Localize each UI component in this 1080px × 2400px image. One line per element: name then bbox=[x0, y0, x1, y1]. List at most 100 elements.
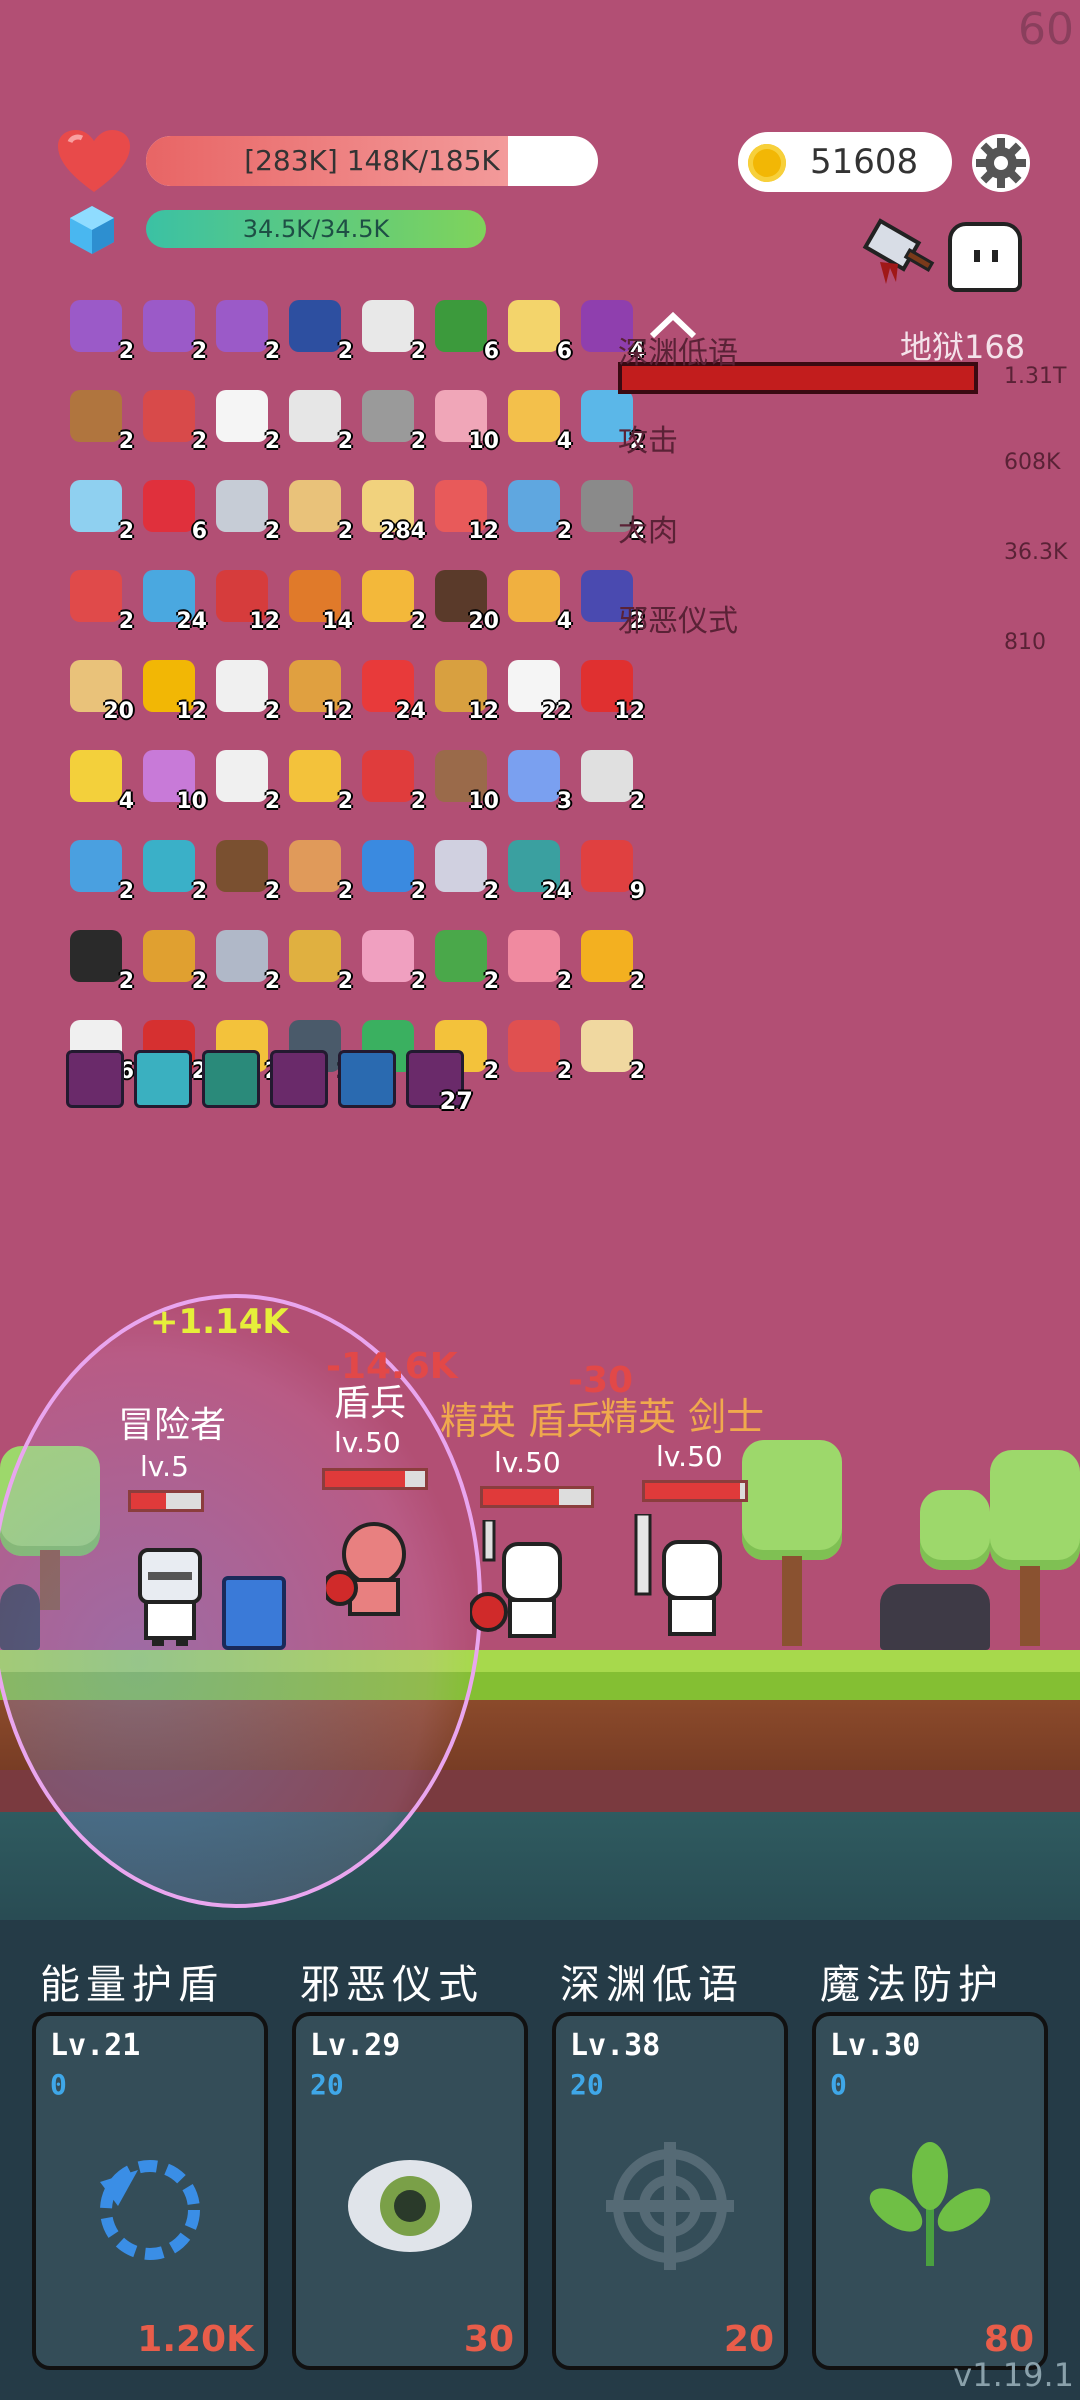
bunny-relic-icon[interactable]: 27 bbox=[406, 1050, 473, 1115]
skill-card[interactable]: Lv.29 20 30 bbox=[292, 2012, 528, 2370]
inventory-item[interactable]: 2 bbox=[358, 296, 426, 364]
inventory-item[interactable]: 2 bbox=[66, 386, 134, 454]
inventory-item[interactable]: 6 bbox=[139, 476, 207, 544]
spiral-icon bbox=[143, 840, 195, 892]
hero-knight[interactable] bbox=[130, 1544, 210, 1648]
inventory-item[interactable]: 22 bbox=[504, 656, 572, 724]
inventory-item[interactable]: 2 bbox=[285, 746, 353, 814]
inventory-item[interactable]: 2 bbox=[139, 386, 207, 454]
demon-relic-icon[interactable] bbox=[270, 1050, 328, 1108]
inventory-item[interactable]: 2 bbox=[431, 926, 499, 994]
inventory-item[interactable]: 4 bbox=[504, 566, 572, 634]
inventory-item[interactable]: 4 bbox=[504, 386, 572, 454]
inventory-item[interactable]: 24 bbox=[139, 566, 207, 634]
inventory-item[interactable]: 2 bbox=[285, 296, 353, 364]
inventory-item[interactable]: 2 bbox=[66, 476, 134, 544]
inventory-item[interactable]: 2 bbox=[504, 1016, 572, 1084]
inventory-item[interactable]: 2 bbox=[212, 746, 280, 814]
rock bbox=[880, 1584, 990, 1650]
inventory-item[interactable]: 2 bbox=[504, 926, 572, 994]
inventory-item[interactable]: 24 bbox=[358, 656, 426, 724]
bible-icon bbox=[289, 300, 341, 352]
hero-shield bbox=[222, 1576, 286, 1650]
skill-cost: 1.20K bbox=[137, 2319, 254, 2360]
inventory-item[interactable]: 2 bbox=[212, 836, 280, 904]
inventory-item[interactable]: 2 bbox=[66, 926, 134, 994]
inventory-item[interactable]: 2 bbox=[504, 476, 572, 544]
inventory-item[interactable]: 12 bbox=[577, 656, 645, 724]
inventory-item[interactable]: 2 bbox=[66, 566, 134, 634]
scroll-pink-icon bbox=[143, 300, 195, 352]
inventory-item[interactable]: 2 bbox=[139, 296, 207, 364]
inventory-item[interactable]: 12 bbox=[431, 656, 499, 724]
inventory-item[interactable]: 2 bbox=[358, 386, 426, 454]
inventory-item[interactable]: 2 bbox=[285, 386, 353, 454]
inventory-item[interactable]: 2 bbox=[577, 1016, 645, 1084]
inventory-item[interactable]: 2 bbox=[577, 926, 645, 994]
inventory-item[interactable]: 14 bbox=[285, 566, 353, 634]
inventory-item[interactable]: 2 bbox=[285, 836, 353, 904]
inventory-item[interactable]: 20 bbox=[431, 566, 499, 634]
inventory-item[interactable]: 2 bbox=[358, 566, 426, 634]
inventory-item[interactable]: 2 bbox=[139, 926, 207, 994]
inventory-item[interactable]: 9 bbox=[577, 836, 645, 904]
inventory-item[interactable]: 2 bbox=[212, 656, 280, 724]
inventory-item[interactable]: 24 bbox=[504, 836, 572, 904]
inventory-item[interactable]: 10 bbox=[431, 746, 499, 814]
cleaver-icon[interactable] bbox=[860, 212, 940, 292]
inventory-item[interactable]: 2 bbox=[139, 836, 207, 904]
inventory-item[interactable]: 2 bbox=[431, 836, 499, 904]
eye-icon bbox=[340, 2136, 480, 2276]
gear-icon[interactable] bbox=[970, 132, 1032, 194]
elite-shield-soldier[interactable] bbox=[470, 1520, 580, 1644]
inventory-item[interactable]: 10 bbox=[431, 386, 499, 454]
skill-cost: 20 bbox=[723, 2319, 774, 2360]
inventory-item[interactable]: 2 bbox=[66, 836, 134, 904]
inventory-item[interactable]: 12 bbox=[431, 476, 499, 544]
thermometer-icon bbox=[70, 570, 122, 622]
item-count: 12 bbox=[249, 609, 280, 634]
skill-card[interactable]: Lv.38 20 20 bbox=[552, 2012, 788, 2370]
inventory-item[interactable]: 2 bbox=[577, 746, 645, 814]
skill-card[interactable]: Lv.21 0 1.20K bbox=[32, 2012, 268, 2370]
item-count: 4 bbox=[556, 429, 572, 454]
inventory-item[interactable]: 12 bbox=[139, 656, 207, 724]
elite-swordsman[interactable] bbox=[630, 1514, 740, 1644]
inventory-item[interactable]: 2 bbox=[358, 836, 426, 904]
inventory-item[interactable]: 3 bbox=[504, 746, 572, 814]
inventory-item[interactable]: 2 bbox=[358, 746, 426, 814]
inventory-item[interactable]: 2 bbox=[212, 386, 280, 454]
skill-card[interactable]: Lv.30 0 80 bbox=[812, 2012, 1048, 2370]
inventory-item[interactable]: 6 bbox=[504, 296, 572, 364]
inventory-item[interactable]: 20 bbox=[66, 656, 134, 724]
inventory-item[interactable]: 2 bbox=[358, 926, 426, 994]
lightbulb-icon bbox=[289, 390, 341, 442]
inventory-item[interactable]: 2 bbox=[285, 926, 353, 994]
inventory-item[interactable]: 2 bbox=[212, 476, 280, 544]
shield-soldier[interactable] bbox=[326, 1520, 416, 1624]
item-count: 2 bbox=[118, 879, 134, 904]
inventory-item[interactable]: 2 bbox=[212, 926, 280, 994]
rune-relic-icon[interactable] bbox=[338, 1050, 396, 1108]
inventory-item[interactable]: 4 bbox=[66, 746, 134, 814]
item-count: 12 bbox=[468, 519, 499, 544]
inventory-item[interactable]: 2 bbox=[285, 476, 353, 544]
item-count: 2 bbox=[264, 519, 280, 544]
inventory-item[interactable]: 2 bbox=[66, 296, 134, 364]
inventory-item[interactable]: 12 bbox=[285, 656, 353, 724]
inventory-item[interactable]: 12 bbox=[212, 566, 280, 634]
boss-skill-name: 攻击 bbox=[618, 424, 678, 459]
item-count: 2 bbox=[118, 429, 134, 454]
tree bbox=[742, 1440, 842, 1560]
inventory-item[interactable]: 284 bbox=[358, 476, 426, 544]
light-relic-icon[interactable] bbox=[134, 1050, 192, 1108]
skill-name: 邪恶仪式 bbox=[300, 1962, 484, 2008]
item-count: 2 bbox=[556, 1059, 572, 1084]
inventory-item[interactable]: 10 bbox=[139, 746, 207, 814]
drumstick-icon bbox=[70, 390, 122, 442]
inventory-item[interactable]: 6 bbox=[431, 296, 499, 364]
inventory-item[interactable]: 2 bbox=[212, 296, 280, 364]
demon-relic-icon[interactable] bbox=[66, 1050, 124, 1108]
ghost-icon[interactable] bbox=[948, 222, 1022, 292]
skull-relic-icon[interactable] bbox=[202, 1050, 260, 1108]
